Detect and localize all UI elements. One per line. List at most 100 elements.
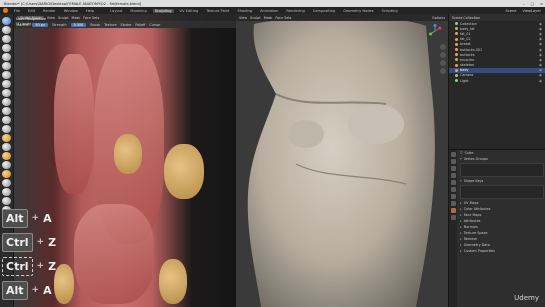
layer-brush-icon[interactable]: [2, 62, 11, 70]
inflate-brush-icon[interactable]: [2, 71, 11, 79]
physics-tab-icon[interactable]: [450, 201, 456, 206]
menu-file[interactable]: File: [12, 9, 22, 13]
menu-mask[interactable]: Mask: [72, 16, 81, 20]
object-tab-icon[interactable]: [450, 187, 456, 192]
camera-icon[interactable]: [440, 60, 446, 66]
tab-geometry-nodes[interactable]: Geometry Nodes: [341, 9, 375, 13]
letter-key: A: [43, 283, 52, 297]
menu-mask[interactable]: Mask: [264, 16, 273, 20]
shape-keys-list[interactable]: [460, 185, 544, 199]
menu-help[interactable]: Help: [84, 9, 96, 13]
scrape-brush-icon[interactable]: [2, 125, 11, 133]
perspective-icon[interactable]: [440, 68, 446, 74]
tab-layout[interactable]: Layout: [108, 9, 124, 13]
tab-animation[interactable]: Animation: [258, 9, 280, 13]
material-tab-icon[interactable]: [450, 215, 456, 220]
elastic-deform-brush-icon[interactable]: [2, 161, 11, 169]
blob-brush-icon[interactable]: [2, 80, 11, 88]
pose-brush-icon[interactable]: [2, 188, 11, 196]
menu-render[interactable]: Render: [41, 9, 58, 13]
draw-brush-icon[interactable]: [2, 17, 11, 25]
tab-shading[interactable]: Shading: [235, 9, 254, 13]
visibility-eye-icon[interactable]: ◉: [539, 58, 545, 62]
clay-strips-brush-icon[interactable]: [2, 44, 11, 52]
section-vertex-groups[interactable]: ▾ Vertex Groups: [458, 156, 545, 162]
visibility-eye-icon[interactable]: ◉: [539, 79, 545, 83]
output-tab-icon[interactable]: [450, 166, 456, 171]
pan-icon[interactable]: [440, 52, 446, 58]
thumb-brush-icon[interactable]: [2, 179, 11, 187]
smooth-brush-icon[interactable]: [2, 98, 11, 106]
strength-field[interactable]: 0.500: [70, 22, 87, 27]
vertex-groups-list[interactable]: [460, 163, 544, 177]
menu-face-sets[interactable]: Face Sets: [275, 16, 291, 20]
cursor-dropdown[interactable]: Cursor: [149, 23, 160, 27]
section-custom-properties[interactable]: ▸ Custom Properties: [458, 248, 545, 254]
visibility-eye-icon[interactable]: ◉: [539, 68, 545, 72]
flatten-brush-icon[interactable]: [2, 107, 11, 115]
crease-brush-icon[interactable]: [2, 89, 11, 97]
menu-view[interactable]: View: [47, 16, 55, 20]
falloff-dropdown[interactable]: Falloff: [135, 23, 145, 27]
render-tab-icon[interactable]: [450, 159, 456, 164]
navigation-gizmo-icon[interactable]: [428, 24, 442, 38]
zoom-icon[interactable]: [440, 44, 446, 50]
visibility-eye-icon[interactable]: ◉: [539, 37, 545, 41]
texture-dropdown[interactable]: Texture: [104, 23, 116, 27]
object-type-icon: [455, 58, 458, 62]
scene-tab-icon[interactable]: [450, 173, 456, 178]
options-dropdown[interactable]: Options: [432, 16, 445, 20]
menu-view[interactable]: View: [239, 16, 247, 20]
clay-thumb-brush-icon[interactable]: [2, 53, 11, 61]
tab-modeling[interactable]: Modeling: [128, 9, 148, 13]
pinch-brush-icon[interactable]: [2, 143, 11, 151]
tab-rendering[interactable]: Rendering: [284, 9, 306, 13]
sculpt-viewport[interactable]: View Sculpt Mask Face Sets Options: [236, 14, 448, 307]
menu-sculpt[interactable]: Sculpt: [250, 16, 261, 20]
data-tab-icon[interactable]: [450, 208, 456, 213]
menu-window[interactable]: Window: [62, 9, 80, 13]
visibility-eye-icon[interactable]: ◉: [539, 22, 545, 26]
nudge-brush-icon[interactable]: [2, 197, 11, 205]
grab-brush-icon[interactable]: [2, 152, 11, 160]
stroke-dropdown[interactable]: Stroke: [121, 23, 132, 27]
outliner-item-label: Light: [460, 78, 469, 83]
collapse-icon: ▸: [460, 237, 462, 241]
object-type-icon: [455, 22, 458, 26]
visibility-eye-icon[interactable]: ◉: [539, 42, 545, 46]
brush-dropdown[interactable]: Brush: [90, 23, 100, 27]
tab-uv-editing[interactable]: UV Editing: [178, 9, 201, 13]
outliner-item-label: body: [460, 68, 469, 73]
visibility-eye-icon[interactable]: ◉: [539, 27, 545, 31]
visibility-eye-icon[interactable]: ◉: [539, 63, 545, 67]
section-shape-keys[interactable]: ▾ Shape Keys: [458, 178, 545, 184]
tab-texture-paint[interactable]: Texture Paint: [204, 9, 231, 13]
outliner-item[interactable]: Light ◉: [449, 78, 545, 83]
visibility-eye-icon[interactable]: ◉: [539, 48, 545, 52]
snake-hook-brush-icon[interactable]: [2, 170, 11, 178]
tool-tab-icon[interactable]: [450, 152, 456, 157]
view-layer-selector[interactable]: ViewLayer: [522, 9, 541, 13]
tab-sculpting[interactable]: Sculpting: [152, 8, 174, 13]
menu-edit[interactable]: Edit: [26, 9, 37, 13]
world-tab-icon[interactable]: [450, 180, 456, 185]
draw-sharp-brush-icon[interactable]: [2, 26, 11, 34]
collapse-icon: ▸: [460, 213, 462, 217]
fill-brush-icon[interactable]: [2, 116, 11, 124]
menu-face-sets[interactable]: Face Sets: [83, 16, 99, 20]
close-button[interactable]: ×: [540, 2, 543, 6]
tab-compositing[interactable]: Compositing: [311, 9, 338, 13]
menu-sculpt[interactable]: Sculpt: [58, 16, 69, 20]
modifier-tab-icon[interactable]: [450, 194, 456, 199]
tab-scripting[interactable]: Scripting: [380, 9, 400, 13]
visibility-eye-icon[interactable]: ◉: [539, 32, 545, 36]
scene-selector[interactable]: Scene: [505, 9, 516, 13]
multiplane-scrape-brush-icon[interactable]: [2, 134, 11, 142]
visibility-eye-icon[interactable]: ◉: [539, 53, 545, 57]
clay-brush-icon[interactable]: [2, 35, 11, 43]
object-name-field[interactable]: Cube: [465, 151, 474, 155]
minimize-button[interactable]: –: [523, 2, 525, 6]
visibility-eye-icon[interactable]: ◉: [539, 73, 545, 77]
maximize-button[interactable]: □: [531, 2, 534, 6]
blender-logo-icon[interactable]: [3, 8, 8, 13]
